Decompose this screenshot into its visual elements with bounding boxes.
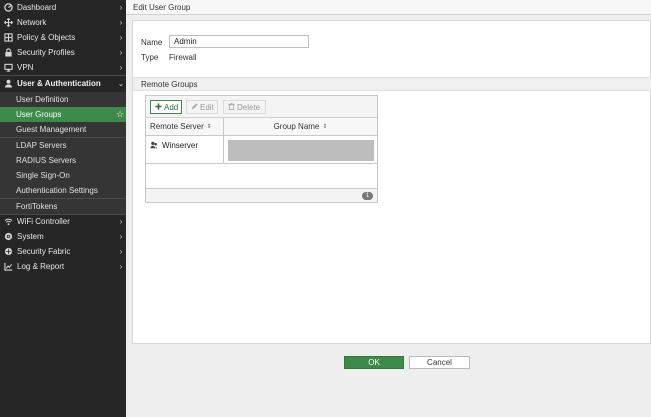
plus-icon [155,102,162,112]
remote-server-cell: Winserver [146,136,224,163]
sidebar-item-dashboard[interactable]: Dashboard › [0,0,126,15]
edit-button[interactable]: Edit [186,100,218,114]
gear-icon [4,232,13,241]
sidebar-item-label: FortiTokens [16,202,58,211]
sort-icon: ⇕ [206,124,212,130]
sidebar-item-label: WiFi Controller [17,217,70,226]
ok-button[interactable]: OK [344,356,404,369]
sidebar-item-system[interactable]: System › [0,229,126,244]
wifi-icon [4,217,13,226]
trash-icon [228,102,235,112]
user-icon [4,79,13,88]
sidebar-item-wifi-controller[interactable]: WiFi Controller › [0,214,126,229]
sidebar-subitem-single-sign-on[interactable]: Single Sign-On [0,168,126,183]
sidebar-subitem-guest-management[interactable]: Guest Management [0,122,126,137]
name-label: Name [141,38,163,47]
name-input[interactable] [169,35,309,48]
column-header-label: Group Name [273,122,320,131]
sidebar-item-user-authentication[interactable]: User & Authentication ⌄ [0,76,126,91]
chevron-right-icon: › [119,232,123,241]
group-name-cell [228,140,374,161]
sidebar-subitem-ldap-servers[interactable]: LDAP Servers [0,138,126,153]
chevron-right-icon: › [119,262,123,271]
table-toolbar: Add Edit Delete [146,96,377,118]
chevron-right-icon: › [119,18,123,27]
sidebar-item-log-report[interactable]: Log & Report › [0,259,126,274]
delete-button[interactable]: Delete [223,100,266,114]
sidebar-subitem-radius-servers[interactable]: RADIUS Servers [0,153,126,168]
chevron-right-icon: › [119,3,123,12]
policy-icon [4,33,13,42]
sidebar-item-label: Guest Management [16,125,87,134]
sidebar-item-label: VPN [17,63,34,72]
sidebar-item-vpn[interactable]: VPN › [0,60,126,75]
chevron-right-icon: › [119,247,123,256]
sidebar-item-label: User & Authentication [17,79,101,88]
column-header-label: Remote Server [150,122,204,131]
dashboard-icon [4,3,13,12]
chevron-right-icon: › [119,63,123,72]
sidebar-item-label: Security Profiles [17,48,75,57]
table-footer: 1 [146,188,377,202]
main-content: Edit User Group Name Type Firewall Remot… [126,0,651,417]
column-header-group-name[interactable]: Group Name ⇕ [224,118,377,136]
sidebar-item-label: LDAP Servers [16,141,67,150]
sidebar-item-label: Network [17,18,47,27]
sidebar-item-label: Authentication Settings [16,186,98,195]
edit-panel: Name Type Firewall Remote Groups Add Edi… [132,20,651,344]
sidebar-subitem-authentication-settings[interactable]: Authentication Settings [0,183,126,198]
table-row[interactable]: Winserver [146,136,377,164]
delete-button-label: Delete [237,102,261,112]
column-header-remote-server[interactable]: Remote Server ⇕ [146,118,224,136]
sidebar-item-label: Security Fabric [17,247,71,256]
remote-server-name: Winserver [162,141,199,150]
type-value: Firewall [169,53,197,62]
sidebar-item-label: Log & Report [17,262,65,271]
chevron-down-icon: ⌄ [117,79,125,88]
fabric-icon [4,247,13,256]
sidebar-item-label: User Definition [16,95,69,104]
sidebar-item-security-profiles[interactable]: Security Profiles › [0,45,126,60]
chart-icon [4,262,13,271]
sidebar-item-label: Dashboard [17,3,57,12]
network-icon [4,18,13,27]
pencil-icon [191,102,198,112]
monitor-icon [4,63,13,72]
page-title: Edit User Group [126,0,651,15]
star-icon[interactable]: ☆ [114,109,126,120]
chevron-right-icon: › [119,33,123,42]
chevron-right-icon: › [119,217,123,226]
remote-groups-table: Add Edit Delete Remote Server ⇕ Group Na… [145,95,378,203]
lock-icon [4,48,13,57]
sidebar-item-network[interactable]: Network › [0,15,126,30]
sidebar-subitem-fortitokens[interactable]: FortiTokens [0,199,126,214]
sidebar-subitem-user-groups[interactable]: User Groups ☆ [0,107,126,122]
remote-groups-heading: Remote Groups [133,77,651,91]
sidebar-item-label: System [17,232,44,241]
sidebar-item-policy-objects[interactable]: Policy & Objects › [0,30,126,45]
row-count-badge: 1 [362,192,373,200]
sidebar-item-label: RADIUS Servers [16,156,77,165]
chevron-right-icon: › [119,48,123,57]
sidebar-item-label: User Groups [16,110,62,119]
sidebar-item-label: Single Sign-On [16,171,70,180]
sort-icon: ⇕ [322,124,328,130]
edit-button-label: Edit [200,102,214,112]
sidebar-subitem-user-definition[interactable]: User Definition [0,92,126,107]
sidebar-item-label: Policy & Objects [17,33,76,42]
cancel-button[interactable]: Cancel [409,356,470,369]
add-button-label: Add [164,102,179,112]
add-button[interactable]: Add [150,100,182,114]
user-group-icon [150,141,158,151]
sidebar: Dashboard › Network › Policy & Objects ›… [0,0,126,417]
sidebar-item-security-fabric[interactable]: Security Fabric › [0,244,126,259]
type-label: Type [141,53,159,62]
